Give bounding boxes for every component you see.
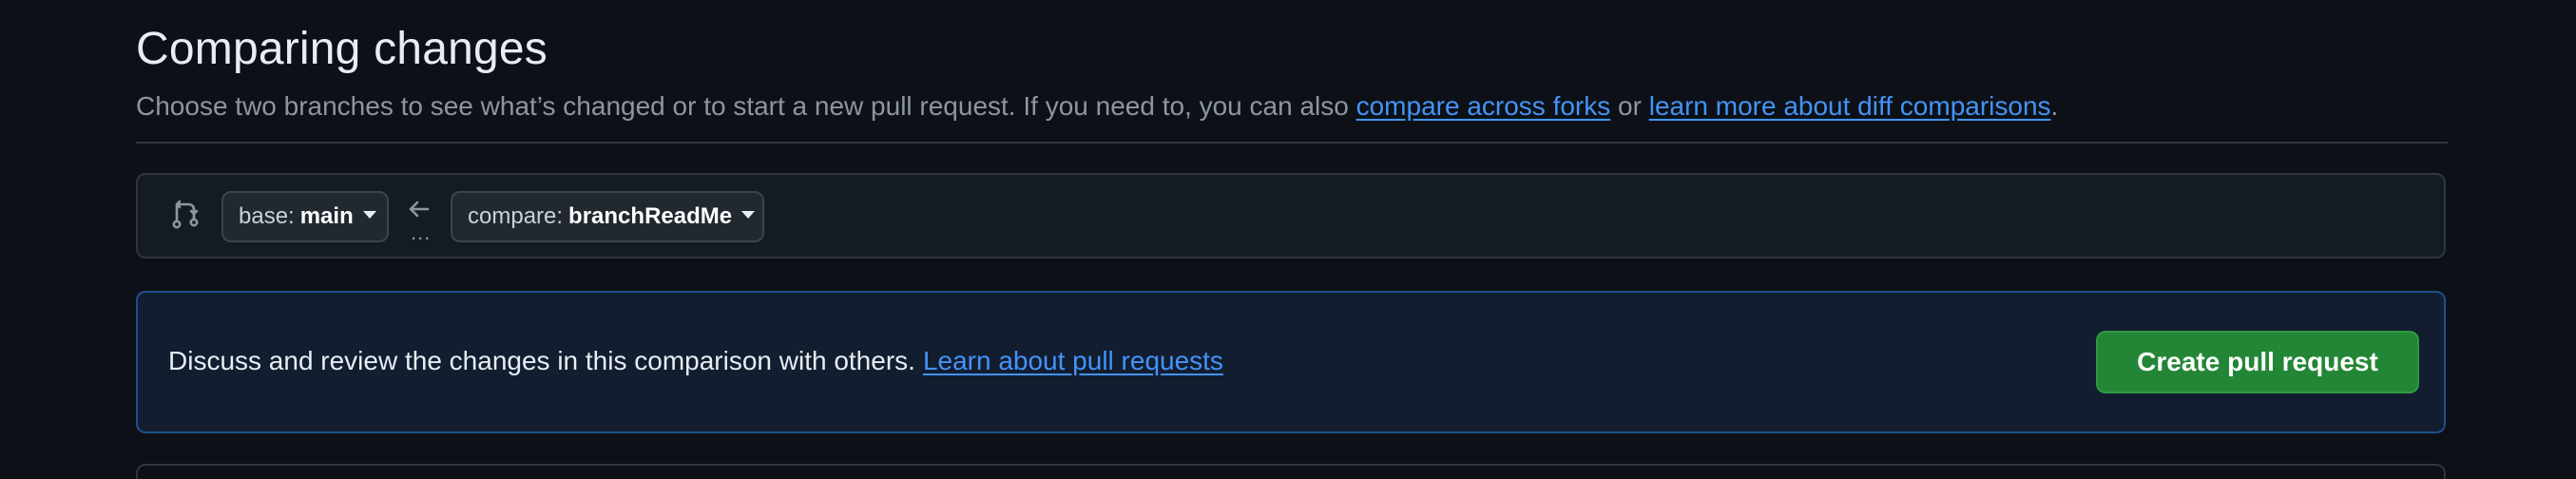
page: Comparing changes Choose two branches to… [0, 0, 2576, 479]
subtitle-text: Choose two branches to see what’s change… [136, 91, 1356, 121]
compare-across-forks-link[interactable]: compare across forks [1356, 91, 1611, 121]
caret-down-icon [741, 211, 756, 219]
compare-value: branchReadMe [568, 203, 733, 229]
caret-down-icon [362, 211, 376, 219]
info-text-line: Discuss and review the changes in this c… [168, 346, 1223, 376]
page-title: Comparing changes [136, 24, 548, 74]
commits-summary-box [136, 464, 2446, 479]
base-label: base: [239, 203, 295, 229]
subtitle-or: or [1610, 91, 1649, 121]
info-text: Discuss and review the changes in this c… [168, 346, 915, 375]
range-editor: base: main ... compare: branchReadMe [136, 173, 2446, 259]
header-divider [136, 142, 2448, 144]
page-subtitle: Choose two branches to see what’s change… [136, 91, 2058, 122]
compare-branch-button[interactable]: compare: branchReadMe [451, 191, 764, 242]
pull-request-info-box: Discuss and review the changes in this c… [136, 291, 2446, 433]
base-branch-button[interactable]: base: main [221, 191, 389, 242]
compare-label: compare: [468, 203, 564, 229]
arrow-left-icon [409, 201, 430, 218]
learn-pull-requests-link[interactable]: Learn about pull requests [923, 346, 1223, 375]
learn-diff-comparisons-link[interactable]: learn more about diff comparisons [1649, 91, 2051, 121]
base-value: main [299, 203, 354, 229]
create-pull-request-button[interactable]: Create pull request [2096, 331, 2419, 393]
git-compare-icon [172, 200, 199, 229]
subtitle-end: . [2050, 91, 2059, 121]
range-dots: ... [411, 220, 432, 244]
